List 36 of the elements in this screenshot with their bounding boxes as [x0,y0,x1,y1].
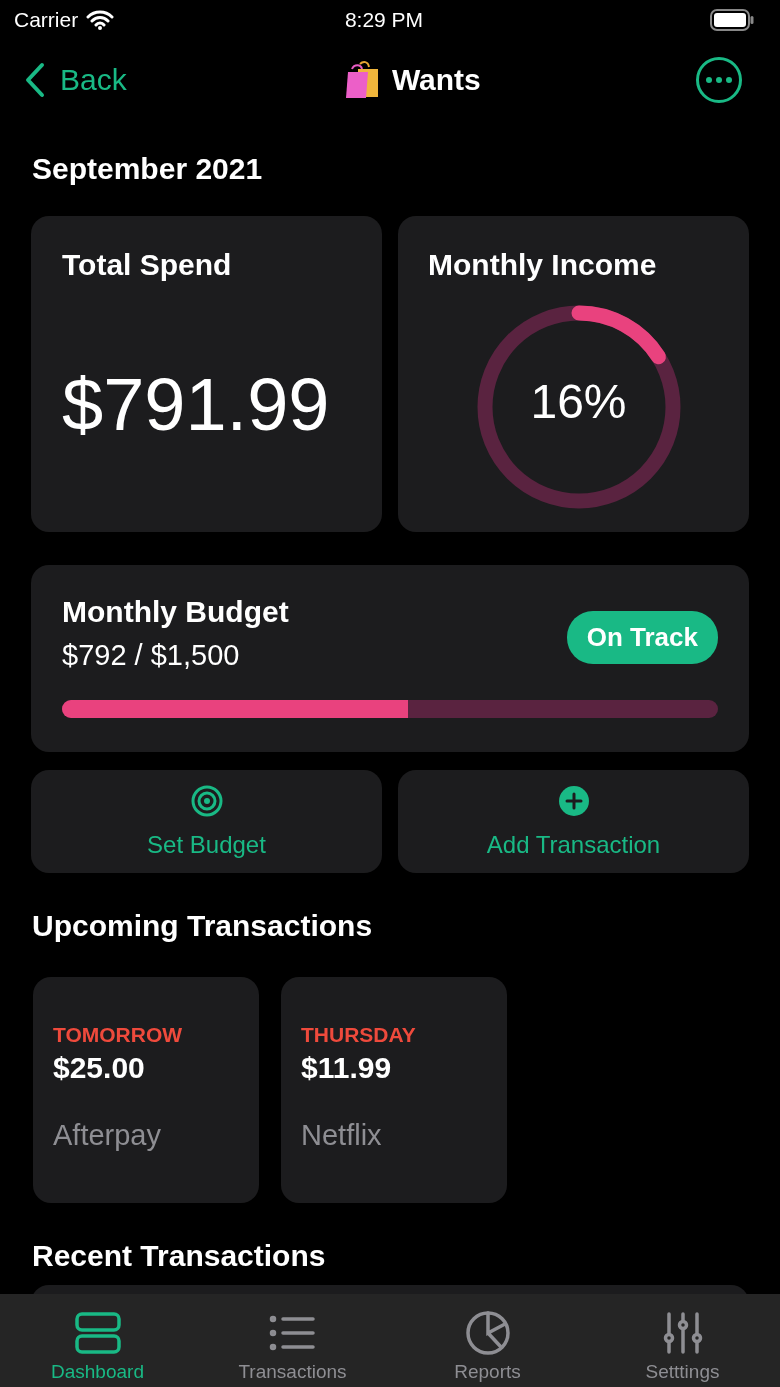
upcoming-card[interactable]: THURSDAY $11.99 Netflix [281,977,507,1203]
more-button[interactable] [696,57,742,103]
tab[interactable]: Dashboard [0,1294,195,1387]
section-heading: Upcoming Transactions [32,909,374,943]
screen-title: Wants [391,63,481,97]
due-day: TOMORROW [53,1023,239,1047]
card-title: Monthly Income [428,248,658,282]
carrier-label: Carrier [14,8,79,32]
upcoming-card[interactable]: TOMORROW $25.00 Afterpay [33,977,259,1203]
payee-name: Afterpay [53,1119,162,1152]
tab[interactable]: Transactions [195,1294,390,1387]
income-percent: 16% [530,373,627,429]
back-button[interactable]: Back [24,62,127,98]
spend-amount: $791.99 [62,362,331,447]
chevron-left-icon [24,62,46,98]
transaction-amount: $25.00 [53,1051,146,1085]
status-badge: On Track [566,611,718,664]
wifi-icon [86,10,115,30]
tab[interactable]: Reports [390,1294,585,1387]
payee-name: Netflix [301,1119,383,1152]
clock-time: 8:29 PM [344,8,424,32]
battery-icon [710,9,754,31]
budget-amount: $792 / $1,500 [62,639,241,672]
target-icon [190,784,223,817]
card-title: Monthly Budget [62,595,289,629]
action-button[interactable]: Add Transaction [398,770,749,873]
plus-icon [557,784,590,817]
section-heading: Recent Transactions [32,1239,327,1273]
due-day: THURSDAY [301,1023,487,1047]
transaction-amount: $11.99 [301,1051,393,1085]
pie-chart-icon [463,1311,512,1355]
tab[interactable]: Setttings [585,1294,780,1387]
card-title: Total Spend [62,248,233,282]
dashboard-icon [73,1311,122,1355]
action-button[interactable]: Set Budget [31,770,382,873]
month-heading: September 2021 [32,152,264,186]
